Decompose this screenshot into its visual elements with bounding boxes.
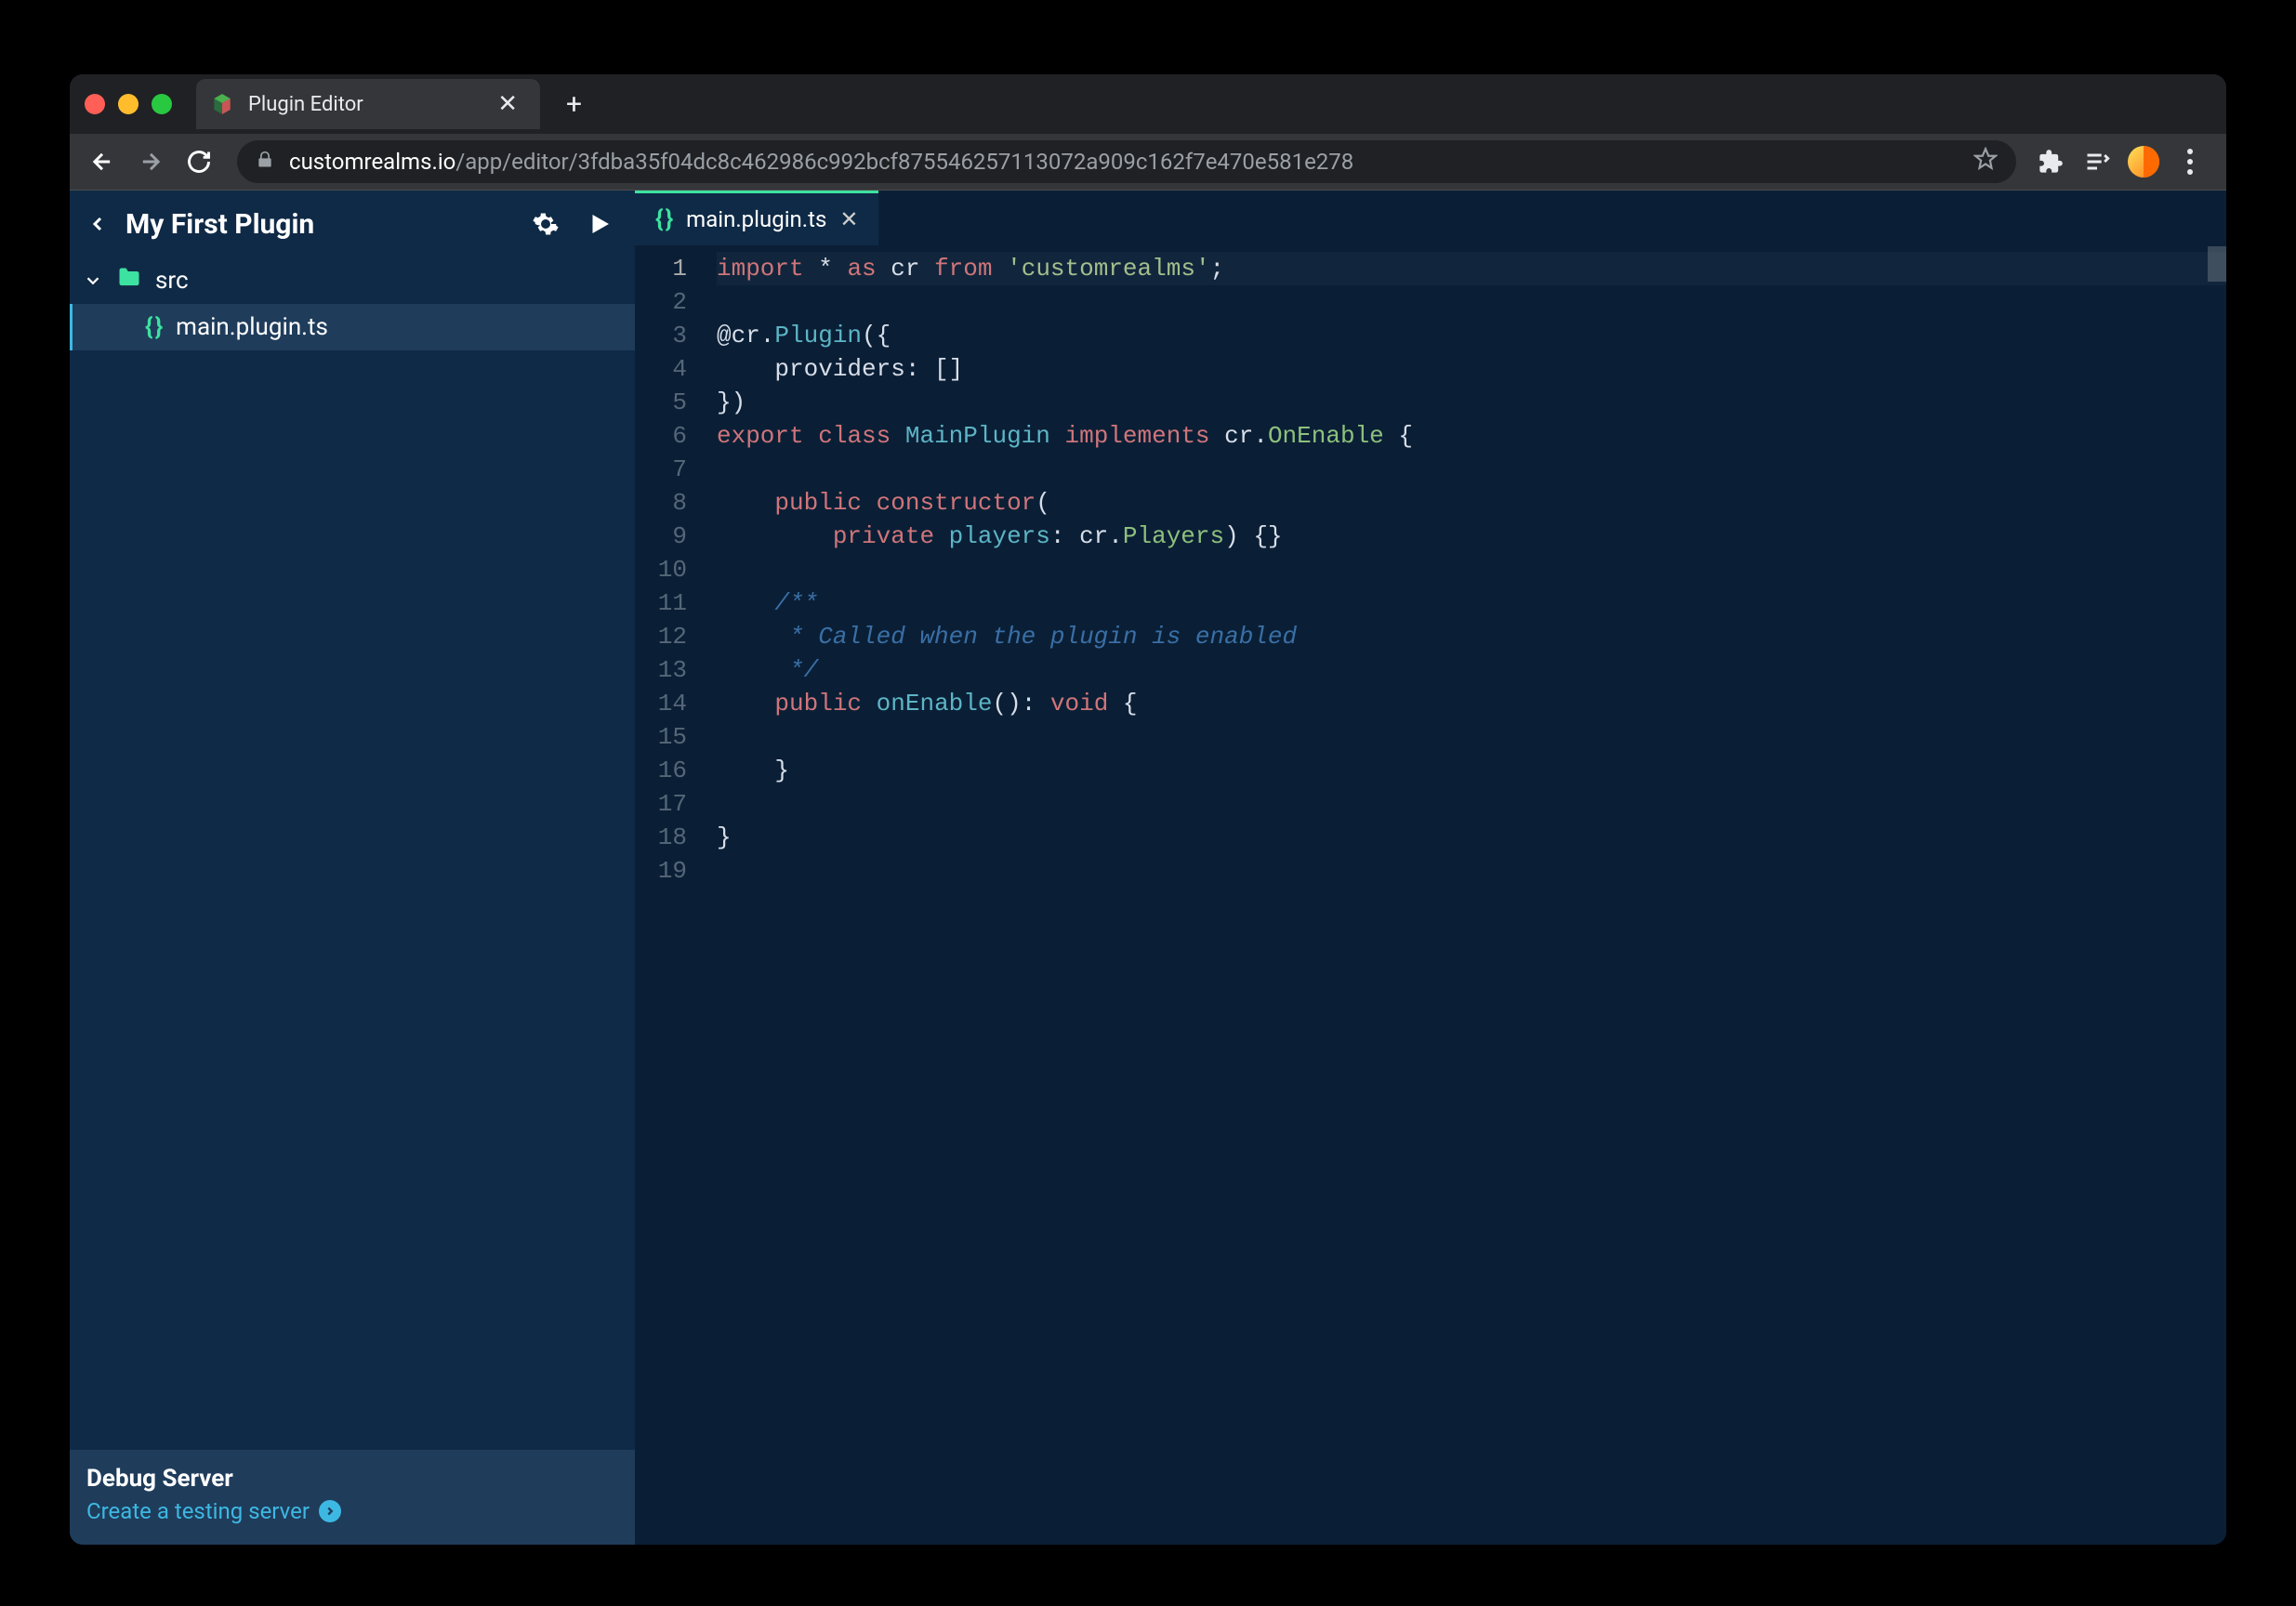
- code-line[interactable]: public constructor(: [717, 486, 2226, 520]
- line-number: 5: [635, 386, 687, 419]
- code-line[interactable]: [717, 787, 2226, 821]
- editor-tab-close-icon[interactable]: ✕: [839, 206, 858, 232]
- url-bar[interactable]: customrealms.io/app/editor/3fdba35f04dc8…: [237, 140, 2016, 183]
- code-editor[interactable]: 12345678910111213141516171819 import * a…: [635, 246, 2226, 1545]
- code-line[interactable]: [717, 854, 2226, 888]
- debug-link-text: Create a testing server: [86, 1498, 310, 1524]
- browser-window: Plugin Editor ✕ + customrealms.io/app/ed…: [70, 74, 2226, 1545]
- run-button[interactable]: [581, 205, 618, 243]
- line-number: 10: [635, 553, 687, 586]
- nav-forward-button[interactable]: [131, 142, 170, 181]
- extensions-icon[interactable]: [2035, 146, 2066, 178]
- file-main-plugin[interactable]: {} main.plugin.ts: [70, 304, 635, 350]
- tab-close-icon[interactable]: ✕: [497, 90, 518, 118]
- line-number: 13: [635, 653, 687, 687]
- browser-menu-button[interactable]: [2174, 146, 2206, 178]
- minimap-slider[interactable]: [2208, 246, 2226, 282]
- code-line[interactable]: */: [717, 653, 2226, 687]
- code-line[interactable]: export class MainPlugin implements cr.On…: [717, 419, 2226, 453]
- reading-list-icon[interactable]: [2081, 146, 2113, 178]
- favicon-icon: [209, 91, 235, 117]
- code-line[interactable]: /**: [717, 586, 2226, 620]
- editor-tab-main-plugin[interactable]: {} main.plugin.ts ✕: [635, 191, 878, 245]
- window-close-button[interactable]: [85, 94, 105, 114]
- settings-button[interactable]: [527, 205, 564, 243]
- code-content[interactable]: import * as cr from 'customrealms'; @cr.…: [700, 246, 2226, 1545]
- toolbar-right: [2035, 146, 2213, 178]
- back-button[interactable]: [86, 213, 109, 235]
- folder-src[interactable]: src: [70, 257, 635, 304]
- line-number: 15: [635, 720, 687, 754]
- code-line[interactable]: providers: []: [717, 352, 2226, 386]
- line-number: 19: [635, 854, 687, 888]
- project-title: My First Plugin: [125, 208, 510, 241]
- code-line[interactable]: public onEnable(): void {: [717, 687, 2226, 720]
- line-number: 18: [635, 821, 687, 854]
- app-content: My First Plugin src: [70, 190, 2226, 1545]
- line-number: 16: [635, 754, 687, 787]
- line-gutter: 12345678910111213141516171819: [635, 246, 700, 1545]
- line-number: 11: [635, 586, 687, 620]
- debug-create-server-link[interactable]: Create a testing server: [86, 1498, 618, 1524]
- code-line[interactable]: }): [717, 386, 2226, 419]
- chevron-down-icon: [83, 270, 103, 291]
- code-line[interactable]: [717, 553, 2226, 586]
- profile-icon[interactable]: [2128, 146, 2159, 178]
- editor-tabs: {} main.plugin.ts ✕: [635, 191, 2226, 246]
- titlebar: Plugin Editor ✕ +: [70, 74, 2226, 134]
- code-line[interactable]: [717, 720, 2226, 754]
- line-number: 1: [635, 252, 687, 285]
- editor-tab-label: main.plugin.ts: [686, 206, 826, 232]
- line-number: 4: [635, 352, 687, 386]
- line-number: 17: [635, 787, 687, 821]
- sidebar: My First Plugin src: [70, 191, 635, 1545]
- debug-panel: Debug Server Create a testing server: [70, 1450, 635, 1545]
- tab-braces-icon: {}: [655, 205, 673, 233]
- nav-back-button[interactable]: [83, 142, 122, 181]
- line-number: 2: [635, 285, 687, 319]
- sidebar-header: My First Plugin: [70, 191, 635, 257]
- window-minimize-button[interactable]: [118, 94, 139, 114]
- code-line[interactable]: private players: cr.Players) {}: [717, 520, 2226, 553]
- window-maximize-button[interactable]: [152, 94, 172, 114]
- code-line[interactable]: [717, 285, 2226, 319]
- browser-tab[interactable]: Plugin Editor ✕: [196, 79, 540, 129]
- tab-title: Plugin Editor: [248, 93, 484, 116]
- line-number: 6: [635, 419, 687, 453]
- file-tree: src {} main.plugin.ts: [70, 257, 635, 1450]
- code-line[interactable]: import * as cr from 'customrealms';: [717, 252, 2226, 285]
- code-line[interactable]: }: [717, 821, 2226, 854]
- line-number: 12: [635, 620, 687, 653]
- line-number: 14: [635, 687, 687, 720]
- code-line[interactable]: * Called when the plugin is enabled: [717, 620, 2226, 653]
- line-number: 8: [635, 486, 687, 520]
- line-number: 3: [635, 319, 687, 352]
- url-text: customrealms.io/app/editor/3fdba35f04dc8…: [289, 149, 1959, 175]
- folder-label: src: [155, 267, 189, 295]
- line-number: 7: [635, 453, 687, 486]
- file-braces-icon: {}: [145, 313, 163, 341]
- line-number: 9: [635, 520, 687, 553]
- arrow-circle-icon: [319, 1500, 341, 1522]
- code-line[interactable]: @cr.Plugin({: [717, 319, 2226, 352]
- lock-icon: [256, 149, 274, 175]
- code-line[interactable]: }: [717, 754, 2226, 787]
- traffic-lights: [85, 94, 172, 114]
- nav-reload-button[interactable]: [179, 142, 218, 181]
- bookmark-star-icon[interactable]: [1973, 147, 1998, 177]
- browser-toolbar: customrealms.io/app/editor/3fdba35f04dc8…: [70, 134, 2226, 190]
- new-tab-button[interactable]: +: [566, 88, 582, 121]
- editor-area: {} main.plugin.ts ✕ 12345678910111213141…: [635, 191, 2226, 1545]
- code-line[interactable]: [717, 453, 2226, 486]
- folder-icon: [116, 265, 142, 297]
- file-label: main.plugin.ts: [176, 313, 328, 341]
- debug-title: Debug Server: [86, 1465, 618, 1493]
